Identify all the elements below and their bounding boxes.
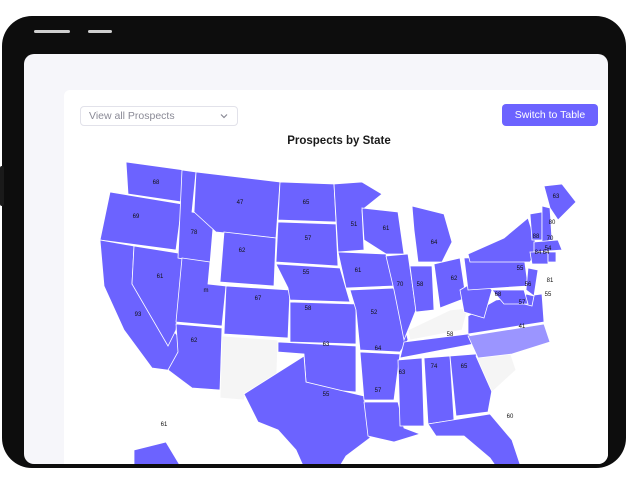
state-value-label: 81 [547, 278, 554, 284]
state-ia[interactable] [337, 251, 395, 289]
state-value-label: 62 [191, 338, 198, 344]
state-sd[interactable] [275, 221, 339, 267]
state-value-label: 69 [133, 214, 140, 220]
screen: View all Prospects Switch to Table Prosp… [24, 54, 608, 464]
state-co[interactable] [223, 285, 291, 339]
state-value-label: 68 [495, 292, 502, 298]
state-fl[interactable] [427, 413, 526, 464]
state-value-label: 61 [383, 226, 390, 232]
volume-button [34, 30, 70, 33]
state-value-label: m [204, 288, 209, 294]
state-value-label: 61 [161, 422, 168, 428]
state-value-label: 58 [305, 306, 312, 312]
state-value-label: 67 [255, 296, 262, 302]
state-value-label: 55 [545, 292, 552, 298]
state-value-label: 55 [517, 266, 524, 272]
state-value-label: 70 [547, 236, 554, 242]
state-value-label: 74 [431, 364, 438, 370]
state-al[interactable] [423, 355, 455, 425]
state-value-label: 65 [303, 200, 310, 206]
state-value-label: 80 [549, 220, 556, 226]
power-button [88, 30, 112, 33]
tablet-frame: View all Prospects Switch to Table Prosp… [0, 16, 626, 468]
map-card: View all Prospects Switch to Table Prosp… [64, 90, 608, 464]
state-ak[interactable] [133, 441, 196, 464]
state-value-label: 62 [451, 276, 458, 282]
state-value-label: 62 [239, 248, 246, 254]
state-value-label: 63 [553, 194, 560, 200]
state-value-label: 63 [399, 370, 406, 376]
state-ks[interactable] [289, 301, 357, 345]
state-oh[interactable] [433, 257, 467, 309]
state-value-label: 41 [519, 324, 526, 330]
state-value-label: 88 [533, 234, 540, 240]
us-map: 68 69 78 47 62 65 57 55 58 63 55 61 m 67 93 62 51 61 64 61 7… [99, 161, 577, 464]
state-wy[interactable] [219, 231, 277, 287]
state-value-label: 68 [153, 180, 160, 186]
state-value-label: 57 [375, 388, 382, 394]
state-value-label: 51 [351, 222, 358, 228]
state-value-label: 56 [525, 282, 532, 288]
state-value-label: 64 [375, 346, 382, 352]
state-value-label: 64 [431, 240, 438, 246]
state-value-label: 57 [519, 300, 526, 306]
state-value-label: 55 [323, 392, 330, 398]
state-value-label: 58 [447, 332, 454, 338]
state-value-label: 61 [157, 274, 164, 280]
state-value-label: 65 [461, 364, 468, 370]
state-value-label: 47 [237, 200, 244, 206]
state-ut[interactable] [175, 257, 227, 327]
side-button [0, 166, 4, 206]
state-mi[interactable] [411, 205, 453, 263]
state-value-label: 55 [303, 270, 310, 276]
state-value-label: 60 [507, 414, 514, 420]
state-value-label: 93 [135, 312, 142, 318]
state-shapes [99, 161, 577, 464]
state-ny[interactable] [467, 217, 539, 263]
state-value-label: 58 [417, 282, 424, 288]
state-value-label: 70 [397, 282, 404, 288]
state-value-label: 78 [191, 230, 198, 236]
state-value-label: 61 [355, 268, 362, 274]
state-ms[interactable] [397, 357, 425, 427]
state-value-label: 52 [371, 310, 378, 316]
state-value-label: 57 [305, 236, 312, 242]
state-value-label: 84 [535, 250, 542, 256]
state-value-label: 64 [543, 250, 550, 256]
state-or[interactable] [99, 191, 183, 251]
state-value-label: 63 [323, 342, 330, 348]
